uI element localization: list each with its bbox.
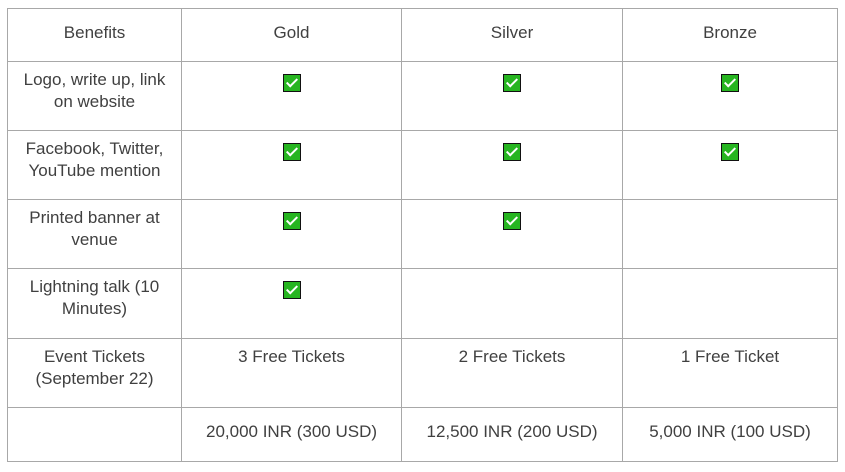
gold-cell [181,61,402,131]
gold-cell [181,130,402,200]
checked-box-icon [721,74,739,92]
sponsorship-benefits-table: Benefits Gold Silver Bronze Logo, write … [7,8,838,462]
header-gold: Gold [181,8,402,62]
checked-box-icon [503,143,521,161]
benefit-label: Logo, write up, link on website [7,61,182,131]
checked-box-icon [282,212,301,230]
price-label [7,407,182,462]
bronze-cell [622,61,838,131]
benefit-label: Facebook, Twitter, YouTube mention [7,130,182,200]
bronze-cell [622,130,838,200]
bronze-tickets: 1 Free Ticket [622,338,838,408]
table-header-row: Benefits Gold Silver Bronze [7,8,838,62]
bronze-cell [622,199,838,269]
table-row: Facebook, Twitter, YouTube mention [7,130,838,200]
silver-cell [401,199,623,269]
tickets-label: Event Tickets (September 22) [7,338,182,408]
header-silver: Silver [401,8,623,62]
silver-cell [401,130,623,200]
gold-price: 20,000 INR (300 USD) [181,407,402,462]
table-row-price: 20,000 INR (300 USD) 12,500 INR (200 USD… [7,407,838,462]
checked-box-icon [721,143,739,161]
checked-box-icon [282,143,301,161]
gold-cell [181,199,402,269]
checked-box-icon [282,74,301,92]
bronze-cell [622,268,838,339]
table-row: Lightning talk (10 Minutes) [7,268,838,339]
checked-box-icon [282,281,301,299]
header-benefits: Benefits [7,8,182,62]
gold-cell [181,268,402,339]
checked-box-icon [503,212,521,230]
bronze-price: 5,000 INR (100 USD) [622,407,838,462]
silver-tickets: 2 Free Tickets [401,338,623,408]
silver-cell [401,268,623,339]
table-row: Printed banner at venue [7,199,838,269]
benefit-label: Printed banner at venue [7,199,182,269]
header-bronze: Bronze [622,8,838,62]
silver-price: 12,500 INR (200 USD) [401,407,623,462]
benefit-label: Lightning talk (10 Minutes) [7,268,182,339]
gold-tickets: 3 Free Tickets [181,338,402,408]
table-row: Logo, write up, link on website [7,61,838,131]
silver-cell [401,61,623,131]
table-row-tickets: Event Tickets (September 22) 3 Free Tick… [7,338,838,408]
checked-box-icon [503,74,521,92]
